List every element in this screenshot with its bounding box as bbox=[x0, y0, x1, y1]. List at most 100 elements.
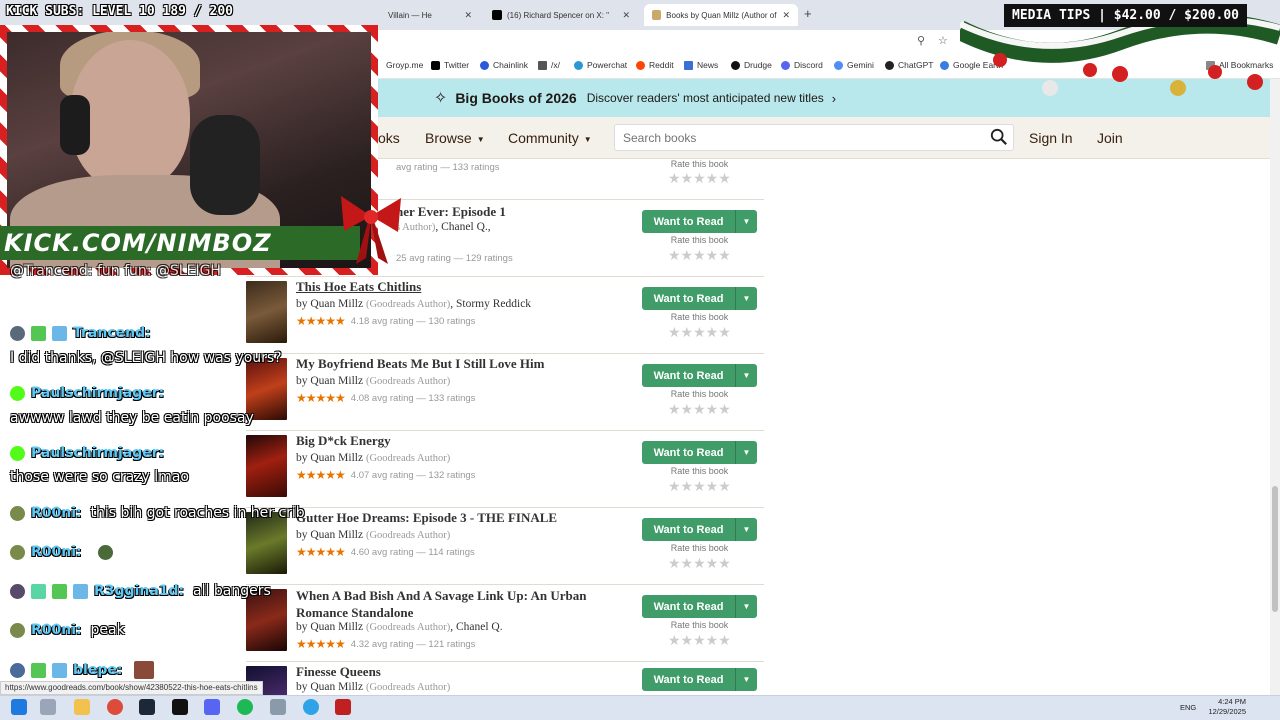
rate-stars[interactable]: ★★★★★ bbox=[668, 632, 731, 649]
rate-stars[interactable]: ★★★★★ bbox=[668, 247, 731, 264]
language-indicator[interactable]: ENG bbox=[1180, 703, 1196, 713]
book-cover[interactable] bbox=[246, 512, 287, 574]
want-to-read-button[interactable]: Want to Read ▼ bbox=[642, 210, 757, 233]
book-title[interactable]: Gutter Hoe Dreams: Episode 3 - THE FINAL… bbox=[296, 510, 557, 526]
bookmark-item[interactable]: ChatGPT bbox=[885, 60, 933, 70]
browser-tab[interactable]: (16) Richard Spencer on X: " ✕ bbox=[484, 4, 638, 26]
sign-in-link[interactable]: Sign In bbox=[1029, 130, 1073, 146]
bookmark-item[interactable]: Drudge bbox=[731, 60, 772, 70]
want-to-read-button[interactable]: Want to Read ▼ bbox=[642, 595, 757, 618]
rating-stars: ★★★★★ bbox=[296, 637, 346, 651]
obs-icon[interactable] bbox=[335, 699, 351, 715]
nav-browse[interactable]: Browse ▼ bbox=[425, 130, 485, 146]
clock[interactable]: 4:24 PM 12/29/2025 bbox=[1198, 697, 1246, 717]
bookmark-item[interactable]: Discord bbox=[781, 60, 823, 70]
bookmark-item[interactable]: Chainlink bbox=[480, 60, 528, 70]
want-to-read-button[interactable]: Want to Read ▼ bbox=[642, 441, 757, 464]
kick-subs-counter: KICK SUBS: LEVEL 10 189 / 200 bbox=[6, 4, 233, 19]
zoom-icon[interactable]: ⚲ bbox=[917, 34, 925, 47]
author-link[interactable]: by Quan Millz bbox=[296, 375, 363, 387]
book-title[interactable]: This Hoe Eats Chitlins bbox=[296, 279, 421, 295]
windows-start-icon[interactable] bbox=[11, 699, 27, 715]
status-url: https://www.goodreads.com/book/show/4238… bbox=[0, 681, 263, 695]
rate-stars[interactable]: ★★★★★ bbox=[668, 324, 731, 341]
caret-down-icon[interactable]: ▼ bbox=[735, 595, 757, 618]
bookmark-item[interactable]: Groyp.me bbox=[386, 60, 423, 70]
rate-label: Rate this book bbox=[670, 159, 729, 169]
browser-tab[interactable]: Villain — He ✕ bbox=[380, 4, 480, 26]
close-tab-icon[interactable]: ✕ bbox=[458, 10, 472, 21]
chat-message: R00ni: bbox=[10, 544, 119, 560]
stream-url-banner: KICK.COM/NIMBOZ bbox=[0, 226, 360, 260]
emote-icon bbox=[134, 661, 155, 679]
bookmark-item[interactable]: News bbox=[684, 60, 718, 70]
bookmark-star-icon[interactable]: ☆ bbox=[938, 34, 948, 47]
coauthor-link[interactable]: , Chanel Q., bbox=[435, 221, 490, 233]
chat-message: I did thanks, @SLEIGH how was yours? bbox=[10, 350, 282, 366]
bookmark-item[interactable]: Reddit bbox=[636, 60, 674, 70]
terminal-icon[interactable] bbox=[172, 699, 188, 715]
join-link[interactable]: Join bbox=[1097, 130, 1123, 146]
bookmark-item[interactable]: Powerchat bbox=[574, 60, 627, 70]
author-link[interactable]: by Quan Millz bbox=[296, 621, 363, 633]
book-title[interactable]: Big D*ck Energy bbox=[296, 433, 391, 449]
author-link[interactable]: by Quan Millz bbox=[296, 529, 363, 541]
caret-down-icon[interactable]: ▼ bbox=[735, 518, 757, 541]
bookmark-item[interactable]: Gemini bbox=[834, 60, 874, 70]
want-to-read-button[interactable]: Want to Read ▼ bbox=[642, 364, 757, 387]
rating-line: 25 avg rating — 129 ratings bbox=[396, 253, 513, 264]
spotify-icon[interactable] bbox=[237, 699, 253, 715]
plus-badge-icon bbox=[52, 583, 67, 599]
book-title[interactable]: ner Ever: Episode 1 bbox=[396, 204, 506, 220]
book-title[interactable]: My Boyfriend Beats Me But I Still Love H… bbox=[296, 356, 544, 372]
chat-message: R3ggina1d: all bangers bbox=[10, 583, 271, 599]
want-to-read-button[interactable]: Want to Read ▼ bbox=[642, 518, 757, 541]
author-link[interactable]: by Quan Millz bbox=[296, 681, 363, 693]
caret-down-icon[interactable]: ▼ bbox=[735, 441, 757, 464]
screen: { "overlay": { "kick_subs": "KICK SUBS: … bbox=[0, 0, 1280, 720]
book-byline: by Quan Millz (Goodreads Author) bbox=[296, 681, 451, 693]
book-title[interactable]: Finesse Queens bbox=[296, 664, 381, 680]
book-cover[interactable] bbox=[246, 281, 287, 343]
chrome-icon[interactable] bbox=[107, 699, 123, 715]
book-row: When A Bad Bish And A Savage Link Up: An… bbox=[246, 585, 764, 662]
telegram-icon[interactable] bbox=[303, 699, 319, 715]
search-icon[interactable] bbox=[990, 128, 1008, 146]
coauthor-link[interactable]: , Chanel Q. bbox=[450, 621, 502, 633]
caret-down-icon[interactable]: ▼ bbox=[735, 364, 757, 387]
chevron-right-icon: › bbox=[831, 90, 837, 106]
discord-icon[interactable] bbox=[204, 699, 220, 715]
nav-my-books[interactable]: oks bbox=[378, 130, 400, 146]
book-title[interactable]: When A Bad Bish And A Savage Link Up: An… bbox=[296, 587, 616, 621]
task-view-icon[interactable] bbox=[40, 699, 56, 715]
rate-stars[interactable]: ★★★★★ bbox=[668, 401, 731, 418]
scrollbar-thumb[interactable] bbox=[1272, 486, 1278, 612]
bookmark-item[interactable]: Twitter bbox=[431, 60, 469, 70]
close-tab-icon[interactable]: ✕ bbox=[776, 10, 790, 21]
search-input[interactable] bbox=[614, 124, 1014, 151]
file-explorer-icon[interactable] bbox=[74, 699, 90, 715]
bookmark-item[interactable]: /x/ bbox=[538, 60, 560, 70]
want-to-read-button[interactable]: Want to Read ▼ bbox=[642, 287, 757, 310]
nav-community[interactable]: Community ▼ bbox=[508, 130, 592, 146]
chat-message: R00ni: this bih got roaches in her crib bbox=[10, 505, 305, 521]
app-icon[interactable] bbox=[270, 699, 286, 715]
caret-down-icon[interactable]: ▼ bbox=[735, 210, 757, 233]
steam-icon[interactable] bbox=[139, 699, 155, 715]
author-link[interactable]: by Quan Millz bbox=[296, 298, 363, 310]
want-to-read-button[interactable]: Want to Read ▼ bbox=[642, 668, 757, 691]
new-tab-icon[interactable]: + bbox=[804, 6, 812, 21]
book-cover[interactable] bbox=[246, 435, 287, 497]
rate-stars[interactable]: ★★★★★ bbox=[668, 478, 731, 495]
caret-down-icon[interactable]: ▼ bbox=[735, 287, 757, 310]
rating-line: ★★★★★ 4.18 avg rating — 130 ratings bbox=[296, 314, 476, 328]
coauthor-link[interactable]: , Stormy Reddick bbox=[450, 298, 531, 310]
author-link[interactable]: by Quan Millz bbox=[296, 452, 363, 464]
close-tab-icon[interactable]: ✕ bbox=[616, 10, 630, 21]
rate-stars[interactable]: ★★★★★ bbox=[668, 555, 731, 572]
rate-stars[interactable]: ★★★★★ bbox=[668, 170, 731, 187]
caret-down-icon[interactable]: ▼ bbox=[735, 668, 757, 691]
caret-down-icon: ▼ bbox=[476, 134, 485, 144]
grid-icon bbox=[538, 60, 547, 70]
browser-tab-active[interactable]: Books by Quan Millz (Author of ✕ bbox=[644, 4, 798, 26]
